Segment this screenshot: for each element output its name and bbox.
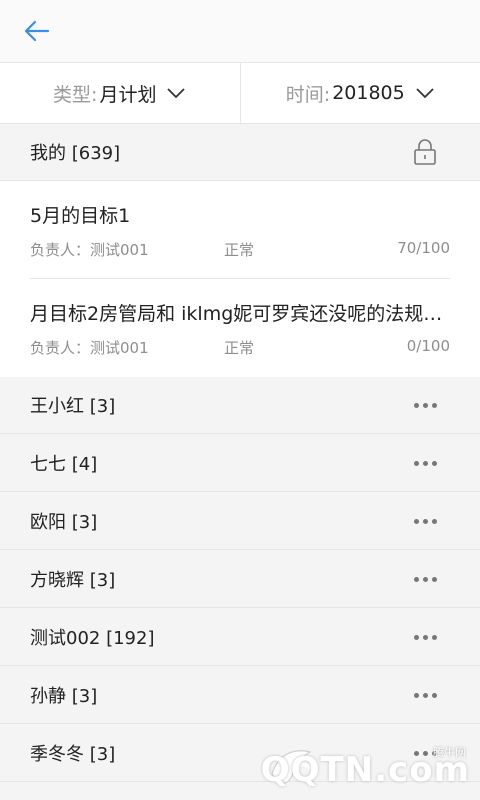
more-icon[interactable] (395, 377, 455, 434)
task-item[interactable]: 5月的目标1 负责人：测试001 正常 70/100 (0, 181, 480, 279)
time-filter[interactable]: 时间: 201805 (239, 63, 480, 123)
more-icon[interactable] (395, 435, 455, 492)
group-header-member[interactable]: 孙静 [3] (0, 667, 480, 724)
group-header-mine[interactable]: 我的 [639] (0, 124, 480, 181)
back-arrow-icon (24, 20, 50, 42)
group-label: 欧阳 [3] (30, 512, 98, 533)
task-item[interactable]: 月目标2房管局和 iklmg妮可罗宾还没呢的法规和爸爸 负责人：测试001 正常… (0, 279, 480, 377)
group-header-member[interactable]: 七七 [4] (0, 435, 480, 492)
more-icon[interactable] (395, 493, 455, 550)
group-header-member[interactable]: 方晓辉 [3] (0, 551, 480, 608)
type-filter[interactable]: 类型: 月计划 (0, 63, 240, 123)
group-label: 孙静 [3] (30, 686, 98, 707)
group-label: 测试002 [192] (30, 628, 155, 649)
task-title: 月目标2房管局和 iklmg妮可罗宾还没呢的法规和爸爸 (30, 303, 450, 325)
task-owner: 负责人：测试001 (30, 339, 149, 357)
group-label: 我的 [639] (30, 143, 121, 164)
group-header-member[interactable]: 欧阳 [3] (0, 493, 480, 550)
group-header-member[interactable]: 王小红 [3] (0, 377, 480, 434)
task-status: 正常 (224, 339, 255, 357)
back-button[interactable] (22, 16, 52, 46)
filter-bar: 类型: 月计划 时间: 201805 (0, 62, 480, 124)
time-filter-value: 201805 (332, 82, 405, 104)
watermark-text: QQTN.com (260, 750, 470, 790)
more-icon[interactable] (395, 667, 455, 724)
watermark: 腾牛网 QQTN.com (260, 744, 474, 796)
top-bar (0, 0, 480, 62)
group-label: 方晓辉 [3] (30, 570, 116, 591)
task-score: 0/100 (406, 337, 450, 355)
task-status: 正常 (224, 241, 255, 259)
chevron-down-icon (415, 87, 435, 99)
time-filter-label: 时间: (285, 83, 331, 106)
task-title: 5月的目标1 (30, 205, 131, 227)
group-label: 七七 [4] (30, 454, 98, 475)
chevron-down-icon (166, 87, 186, 99)
group-label: 王小红 [3] (30, 396, 116, 417)
more-icon[interactable] (395, 551, 455, 608)
lock-icon[interactable] (395, 124, 455, 181)
type-filter-label: 类型: (53, 83, 98, 106)
more-icon[interactable] (395, 609, 455, 666)
task-score: 70/100 (397, 239, 450, 257)
task-owner: 负责人：测试001 (30, 241, 149, 259)
group-header-member[interactable]: 测试002 [192] (0, 609, 480, 666)
type-filter-value: 月计划 (99, 83, 157, 106)
